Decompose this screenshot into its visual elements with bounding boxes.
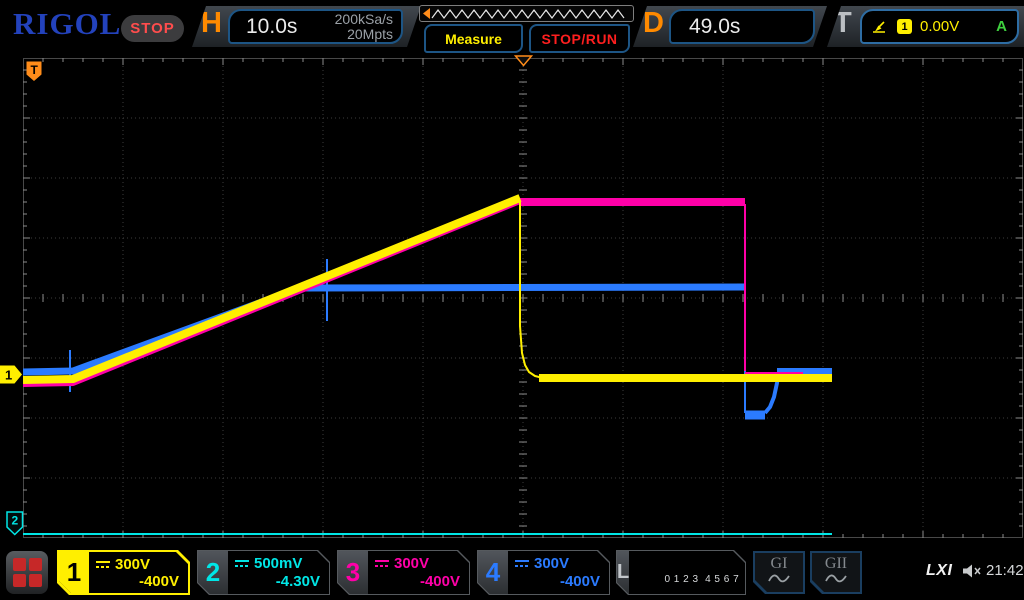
main-menu-button[interactable] [6,551,48,594]
generator-2-button[interactable]: GII [810,551,862,594]
clock: 21:42 [986,562,1024,579]
sample-rate: 200kSa/s [334,10,393,27]
timebase-box[interactable]: 10.0s 200kSa/s 20Mpts [228,9,403,44]
dc-coupling-icon [375,559,389,568]
rigol-logo: RIGOL [13,6,122,41]
sine-wave-icon [824,572,848,586]
sine-wave-icon [767,572,791,586]
stop-run-button[interactable]: STOP/RUN [529,24,630,53]
channel-3-box[interactable]: 3 300V -400V [337,550,470,595]
graticule [23,58,1023,538]
record-waveform-zigzag [423,8,625,19]
dc-coupling-icon [96,560,110,569]
record-position-bar[interactable] [419,5,634,22]
record-position-arrow-icon [423,8,430,19]
horizontal-label: H [201,7,222,39]
generator-2-label: GII [824,555,848,572]
menu-grid-icon [12,558,26,571]
trigger-position-marker[interactable] [514,55,533,67]
dc-coupling-icon [235,559,249,568]
delay-value: 49.0s [689,14,741,38]
trigger-source-chip: 1 [897,19,912,34]
speaker-muted-icon[interactable] [962,564,982,578]
delay-label: D [643,7,664,39]
trigger-label: T [834,7,852,39]
channel-2-scale: 500mV [254,555,303,572]
logic-analyzer-label: L [617,551,629,594]
channel2-position-marker[interactable]: 2 [6,511,24,536]
channel-1-offset: -400V [138,573,179,590]
horizontal-panel[interactable]: H 10.0s 200kSa/s 20Mpts [192,6,421,47]
channel2-marker-number: 2 [12,514,19,528]
trigger-level-value: 0.00V [920,18,960,35]
channel-1-box[interactable]: 1 300V -400V [57,550,190,595]
channel-4-scale: 300V [534,555,570,572]
acquisition-status-badge: STOP [121,15,184,42]
delay-panel[interactable]: D 49.0s [633,6,827,47]
measure-button[interactable]: Measure [424,24,523,53]
channel-2-offset: -4.30V [275,573,320,590]
channel-3-offset: -400V [419,573,460,590]
memory-depth: 20Mpts [347,25,393,42]
trigger-level-marker-letter: T [31,63,39,77]
oscilloscope-screen: RIGOL STOP H 10.0s 200kSa/s 20Mpts Measu… [0,0,1024,600]
channel1-position-marker[interactable]: 1 [0,365,23,384]
channel-3-scale: 300V [394,555,430,572]
channel-4-box[interactable]: 4 300V -400V [477,550,610,595]
trigger-panel[interactable]: T 1 0.00V A [827,6,1024,47]
logic-channels-row1: 0 1 2 3 4 5 6 7 [664,574,740,585]
channel-4-offset: -400V [559,573,600,590]
channel1-marker-number: 1 [5,368,12,383]
logic-analyzer-box[interactable]: L 0 1 2 3 4 5 6 7 8 9 1011 12131415 [616,550,746,595]
trigger-box[interactable]: 1 0.00V A [860,9,1019,44]
timebase-value: 10.0s [246,14,298,38]
trigger-sweep-mode: A [996,18,1007,35]
falling-edge-trigger-icon [873,20,885,33]
delay-box[interactable]: 49.0s [669,9,815,44]
trigger-level-marker[interactable]: T [26,61,42,82]
lxi-badge: LXI [926,562,953,579]
generator-1-label: GI [770,555,788,572]
channel-2-box[interactable]: 2 500mV -4.30V [197,550,330,595]
dc-coupling-icon [515,559,529,568]
generator-1-button[interactable]: GI [753,551,805,594]
channel-1-scale: 300V [115,556,151,573]
